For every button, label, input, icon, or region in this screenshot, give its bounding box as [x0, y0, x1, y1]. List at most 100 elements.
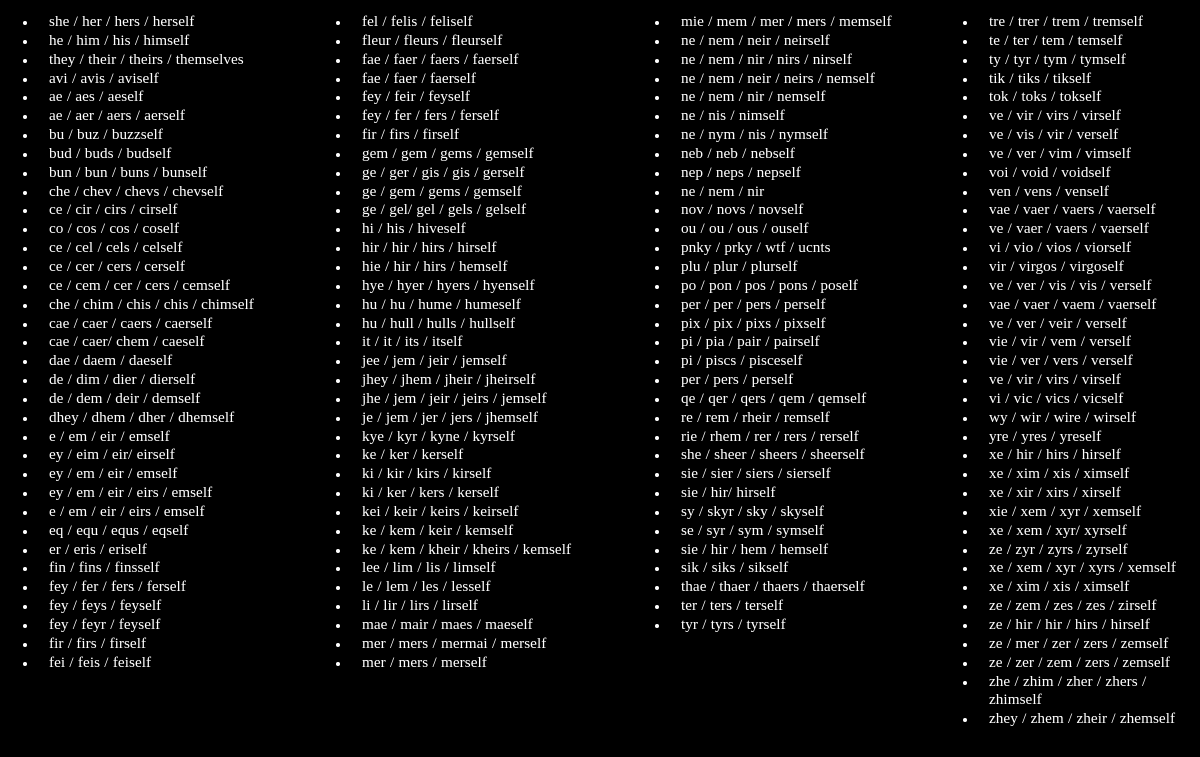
pronoun-column-4: tre / trer / trem / tremself te / ter / t… — [951, 13, 1200, 729]
pronoun-list-item: gem / gem / gems / gemself — [326, 145, 635, 164]
pronoun-list-item: ter / ters / terself — [645, 597, 951, 616]
pronoun-list-item: mer / mers / merself — [326, 654, 635, 673]
pronoun-list-item: she / sheer / sheers / sheerself — [645, 446, 951, 465]
pronoun-list-item: ze / zem / zes / zes / zirself — [953, 597, 1200, 616]
pronoun-list-item: rie / rhem / rer / rers / rerself — [645, 428, 951, 447]
pronoun-list-page: she / her / hers / herself he / him / his… — [0, 0, 1200, 757]
pronoun-list-item: it / it / its / itself — [326, 333, 635, 352]
pronoun-list-item: sie / sier / siers / sierself — [645, 465, 951, 484]
pronoun-list-item: xe / xem / xyr/ xyrself — [953, 522, 1200, 541]
pronoun-list-item: ke / kem / keir / kemself — [326, 522, 635, 541]
pronoun-list-item: he / him / his / himself — [13, 32, 318, 51]
pronoun-list-item: eq / equ / equs / eqself — [13, 522, 318, 541]
pronoun-list-item: tyr / tyrs / tyrself — [645, 616, 951, 635]
pronoun-list-item: ge / gem / gems / gemself — [326, 183, 635, 202]
pronoun-list-item: zhe / zhim / zher / zhers / zhimself — [953, 673, 1200, 711]
pronoun-list-item: ce / cir / cirs / cirself — [13, 201, 318, 220]
pronoun-list-item: sie / hir/ hirself — [645, 484, 951, 503]
pronoun-list-item: pix / pix / pixs / pixself — [645, 315, 951, 334]
pronoun-list-item: ze / zer / zem / zers / zemself — [953, 654, 1200, 673]
pronoun-list-item: dae / daem / daeself — [13, 352, 318, 371]
pronoun-list-item: thae / thaer / thaers / thaerself — [645, 578, 951, 597]
pronoun-list-item: vie / ver / vers / verself — [953, 352, 1200, 371]
pronoun-list-item: xe / xem / xyr / xyrs / xemself — [953, 559, 1200, 578]
pronoun-list-item: xe / xir / xirs / xirself — [953, 484, 1200, 503]
pronoun-list-item: voi / void / voidself — [953, 164, 1200, 183]
pronoun-list-item: dhey / dhem / dher / dhemself — [13, 409, 318, 428]
pronoun-list-item: de / dem / deir / demself — [13, 390, 318, 409]
pronoun-list-item: hu / hu / hume / humeself — [326, 296, 635, 315]
pronoun-list-3: mie / mem / mer / mers / memself ne / nem… — [645, 13, 951, 635]
pronoun-list-item: ne / nem / neir / neirs / nemself — [645, 70, 951, 89]
pronoun-list-item: ve / ver / vim / vimself — [953, 145, 1200, 164]
pronoun-list-item: ty / tyr / tym / tymself — [953, 51, 1200, 70]
pronoun-list-item: che / chim / chis / chis / chimself — [13, 296, 318, 315]
pronoun-list-item: xe / xim / xis / ximself — [953, 465, 1200, 484]
pronoun-list-item: hir / hir / hirs / hirself — [326, 239, 635, 258]
pronoun-list-item: nep / neps / nepself — [645, 164, 951, 183]
pronoun-list-item: ke / kem / kheir / kheirs / kemself — [326, 541, 635, 560]
pronoun-list-item: per / pers / perself — [645, 371, 951, 390]
pronoun-list-item: vir / virgos / virgoself — [953, 258, 1200, 277]
pronoun-list-item: ve / vaer / vaers / vaerself — [953, 220, 1200, 239]
pronoun-list-item: jhey / jhem / jheir / jheirself — [326, 371, 635, 390]
pronoun-list-item: hi / his / hiveself — [326, 220, 635, 239]
pronoun-list-item: vae / vaer / vaers / vaerself — [953, 201, 1200, 220]
pronoun-list-1: she / her / hers / herself he / him / his… — [13, 13, 318, 673]
pronoun-list-item: ve / ver / vis / vis / verself — [953, 277, 1200, 296]
pronoun-list-item: sik / siks / sikself — [645, 559, 951, 578]
pronoun-list-item: ve / vir / virs / virself — [953, 107, 1200, 126]
pronoun-list-item: sie / hir / hem / hemself — [645, 541, 951, 560]
pronoun-list-item: ke / ker / kerself — [326, 446, 635, 465]
pronoun-list-item: bu / buz / buzzself — [13, 126, 318, 145]
pronoun-list-item: fey / feys / feyself — [13, 597, 318, 616]
pronoun-list-item: po / pon / pos / pons / poself — [645, 277, 951, 296]
pronoun-list-item: xie / xem / xyr / xemself — [953, 503, 1200, 522]
pronoun-list-item: xe / hir / hirs / hirself — [953, 446, 1200, 465]
pronoun-list-item: fel / felis / feliself — [326, 13, 635, 32]
pronoun-list-item: ce / cer / cers / cerself — [13, 258, 318, 277]
pronoun-list-item: je / jem / jer / jers / jhemself — [326, 409, 635, 428]
pronoun-list-item: pnky / prky / wtf / ucnts — [645, 239, 951, 258]
pronoun-list-item: vie / vir / vem / verself — [953, 333, 1200, 352]
pronoun-list-item: ne / nem / nir — [645, 183, 951, 202]
pronoun-list-item: cae / caer/ chem / caeself — [13, 333, 318, 352]
pronoun-list-item: e / em / eir / eirs / emself — [13, 503, 318, 522]
pronoun-list-item: ou / ou / ous / ouself — [645, 220, 951, 239]
pronoun-list-4: tre / trer / trem / tremself te / ter / t… — [953, 13, 1200, 729]
pronoun-list-item: she / her / hers / herself — [13, 13, 318, 32]
pronoun-list-item: ge / gel/ gel / gels / gelself — [326, 201, 635, 220]
pronoun-list-item: tre / trer / trem / tremself — [953, 13, 1200, 32]
pronoun-list-item: fae / faer / faers / faerself — [326, 51, 635, 70]
pronoun-list-item: plu / plur / plurself — [645, 258, 951, 277]
pronoun-list-item: ze / hir / hir / hirs / hirself — [953, 616, 1200, 635]
pronoun-list-item: ve / ver / veir / verself — [953, 315, 1200, 334]
pronoun-list-item: li / lir / lirs / lirself — [326, 597, 635, 616]
pronoun-list-item: pi / pia / pair / pairself — [645, 333, 951, 352]
pronoun-list-item: per / per / pers / perself — [645, 296, 951, 315]
pronoun-list-item: wy / wir / wire / wirself — [953, 409, 1200, 428]
pronoun-list-item: ze / mer / zer / zers / zemself — [953, 635, 1200, 654]
pronoun-list-item: fin / fins / finsself — [13, 559, 318, 578]
pronoun-list-item: ae / aer / aers / aerself — [13, 107, 318, 126]
pronoun-list-item: ne / nis / nimself — [645, 107, 951, 126]
pronoun-list-item: fey / feyr / feyself — [13, 616, 318, 635]
pronoun-list-item: se / syr / sym / symself — [645, 522, 951, 541]
pronoun-list-item: fleur / fleurs / fleurself — [326, 32, 635, 51]
pronoun-list-item: te / ter / tem / temself — [953, 32, 1200, 51]
pronoun-list-item: cae / caer / caers / caerself — [13, 315, 318, 334]
pronoun-list-2: fel / felis / feliself fleur / fleurs / f… — [326, 13, 635, 673]
pronoun-list-item: e / em / eir / emself — [13, 428, 318, 447]
pronoun-list-item: co / cos / cos / coself — [13, 220, 318, 239]
pronoun-list-item: qe / qer / qers / qem / qemself — [645, 390, 951, 409]
pronoun-list-item: vi / vio / vios / viorself — [953, 239, 1200, 258]
pronoun-list-item: re / rem / rheir / remself — [645, 409, 951, 428]
pronoun-list-item: ce / cem / cer / cers / cemself — [13, 277, 318, 296]
pronoun-list-item: ne / nem / nir / nemself — [645, 88, 951, 107]
pronoun-list-item: fir / firs / firself — [13, 635, 318, 654]
pronoun-list-item: avi / avis / aviself — [13, 70, 318, 89]
pronoun-list-item: yre / yres / yreself — [953, 428, 1200, 447]
pronoun-list-item: ae / aes / aeself — [13, 88, 318, 107]
pronoun-list-item: ne / nem / nir / nirs / nirself — [645, 51, 951, 70]
pronoun-list-item: fae / faer / faerself — [326, 70, 635, 89]
